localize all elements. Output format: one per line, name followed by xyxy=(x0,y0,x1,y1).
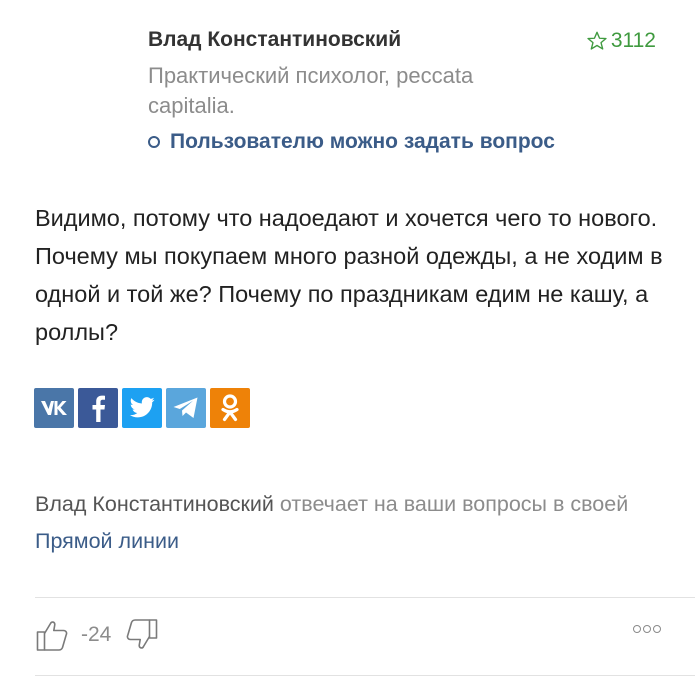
author-block: Влад Константиновский 3112 Практический … xyxy=(148,26,668,156)
divider xyxy=(35,597,695,598)
dot xyxy=(633,625,641,633)
twitter-icon xyxy=(129,397,155,418)
divider xyxy=(35,675,695,676)
thumbs-up-icon[interactable] xyxy=(35,617,71,653)
star-outline-icon xyxy=(587,31,607,50)
answer-text: Видимо, потому что надоедают и хочется ч… xyxy=(35,205,663,345)
vk-icon xyxy=(41,401,67,415)
promo-text: Влад Константиновский отвечает на ваши в… xyxy=(35,486,675,560)
more-dots-icon[interactable] xyxy=(633,625,661,633)
circle-icon xyxy=(148,136,160,148)
share-twitter-button[interactable] xyxy=(122,388,162,428)
odnoklassniki-icon xyxy=(221,394,239,422)
vote-count: -24 xyxy=(81,623,112,646)
dot xyxy=(653,625,661,633)
ask-question-label: Пользователю можно задать вопрос xyxy=(170,130,555,153)
rating-value: 3112 xyxy=(610,29,656,52)
share-facebook-button[interactable] xyxy=(78,388,118,428)
thumbs-down-icon[interactable] xyxy=(123,617,159,653)
author-rating: 3112 xyxy=(586,28,656,54)
share-odnoklassniki-button[interactable] xyxy=(210,388,250,428)
dot xyxy=(643,625,651,633)
direct-line-link[interactable]: Прямой линии xyxy=(35,529,179,553)
share-telegram-button[interactable] xyxy=(166,388,206,428)
share-buttons xyxy=(34,388,250,428)
telegram-icon xyxy=(173,397,198,418)
promo-author-name[interactable]: Влад Константиновский xyxy=(35,492,274,516)
author-description: Практический психолог, peccata capitalia… xyxy=(148,63,474,118)
ask-question-link[interactable]: Пользователю можно задать вопрос xyxy=(148,128,668,156)
promo-middle-text: отвечает на ваши вопросы в своей xyxy=(273,492,629,516)
facebook-icon xyxy=(92,395,105,422)
share-vk-button[interactable] xyxy=(34,388,74,428)
vote-controls: -24 xyxy=(35,617,159,653)
